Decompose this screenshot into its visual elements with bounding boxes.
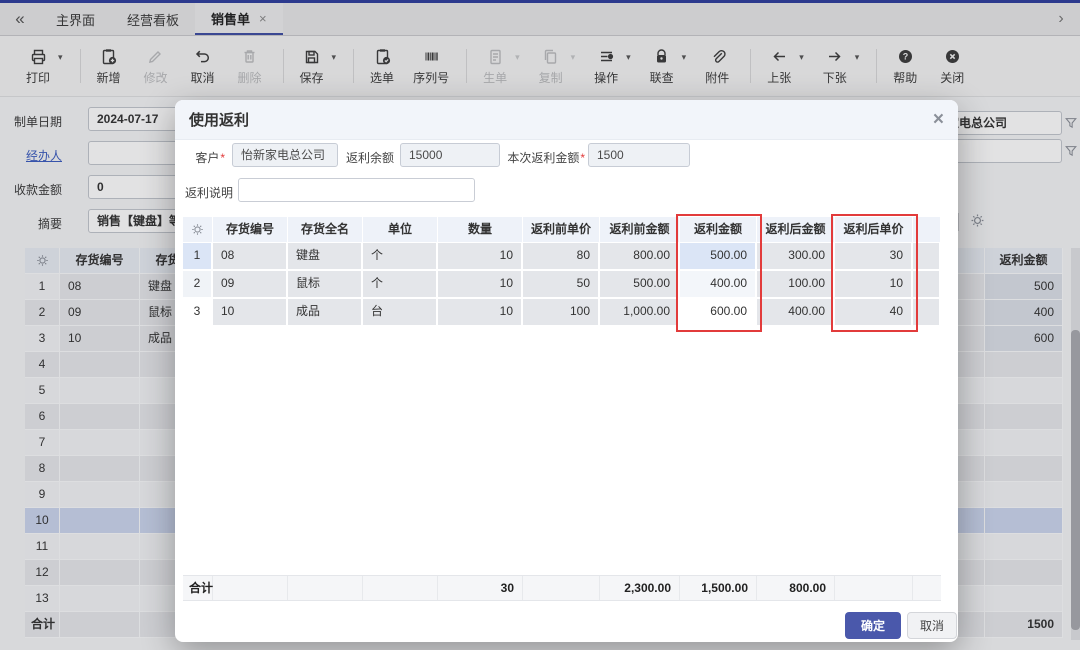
column-header[interactable]: 存货编号 <box>213 217 288 243</box>
table-row[interactable]: 310成品台101001,000.00600.00400.0040 <box>183 299 941 327</box>
rebate-amount-cell[interactable]: 400.00 <box>680 271 757 299</box>
table-header-row: 存货编号 存货全名 单位 数量 返利前单价 返利前金额 返利金额 返利后金额 返… <box>183 217 941 243</box>
rebate-items-table: 存货编号 存货全名 单位 数量 返利前单价 返利前金额 返利金额 返利后金额 返… <box>183 217 941 327</box>
table-row[interactable]: 108键盘个1080800.00500.00300.0030 <box>183 243 941 271</box>
column-header[interactable]: 数量 <box>438 217 523 243</box>
app-window: « 主界面 经营看板 销售单 × › 打印 新增 修改 取消 删除 保存 <box>0 0 1080 650</box>
column-header[interactable]: 返利金额 <box>680 217 757 243</box>
rebate-amount-cell[interactable]: 600.00 <box>680 299 757 327</box>
rebate-amount-cell[interactable]: 500.00 <box>680 243 757 271</box>
use-rebate-dialog: 使用返利 × 客户* 怡新家电总公司 返利余额 15000 本次返利金额* 15… <box>175 100 958 642</box>
cancel-dialog-button[interactable]: 取消 <box>907 612 957 639</box>
rebate-note-field[interactable] <box>238 178 475 202</box>
ok-button[interactable]: 确定 <box>845 612 901 639</box>
customer-field[interactable]: 怡新家电总公司 <box>232 143 338 167</box>
grid-settings-gear-icon[interactable] <box>190 222 205 236</box>
post-rebate-price-cell[interactable]: 40 <box>835 299 913 327</box>
post-rebate-price-cell[interactable]: 10 <box>835 271 913 299</box>
table-row[interactable]: 209鼠标个1050500.00400.00100.0010 <box>183 271 941 299</box>
rebate-amount-field[interactable]: 1500 <box>588 143 690 167</box>
required-mark: * <box>220 151 225 165</box>
rebate-amount-label: 本次返利金额* <box>503 149 585 166</box>
column-header <box>913 217 941 243</box>
required-mark: * <box>580 151 585 165</box>
dialog-header: 使用返利 × <box>175 100 958 140</box>
column-header[interactable]: 返利后金额 <box>757 217 835 243</box>
column-header[interactable]: 存货全名 <box>288 217 363 243</box>
customer-label: 客户* <box>183 149 225 166</box>
column-header[interactable]: 单位 <box>363 217 438 243</box>
column-header[interactable]: 返利前金额 <box>600 217 680 243</box>
column-header[interactable]: 返利前单价 <box>523 217 600 243</box>
column-header[interactable]: 返利后单价 <box>835 217 913 243</box>
rebate-balance-label: 返利余额 <box>346 149 396 166</box>
table-total-row: 合计 30 2,300.00 1,500.00 800.00 <box>183 575 941 601</box>
rebate-note-label: 返利说明 <box>185 184 233 201</box>
post-rebate-price-cell[interactable]: 30 <box>835 243 913 271</box>
rebate-balance-field[interactable]: 15000 <box>400 143 500 167</box>
dialog-title: 使用返利 <box>189 109 249 130</box>
dialog-close-icon[interactable]: × <box>933 110 944 129</box>
